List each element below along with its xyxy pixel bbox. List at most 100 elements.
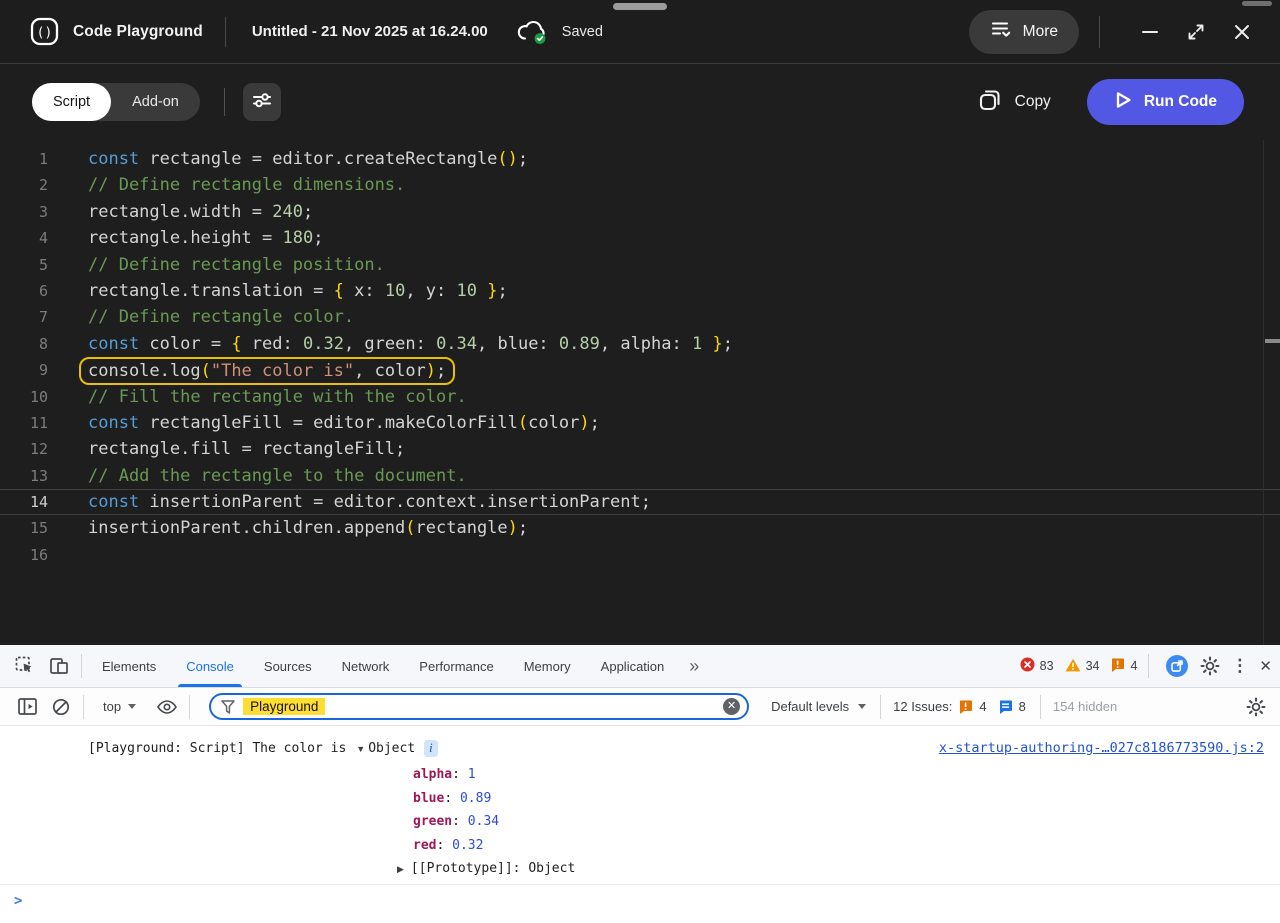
more-button-label: More <box>1023 23 1058 41</box>
console-sidebar-toggle[interactable] <box>10 692 44 722</box>
copy-button[interactable]: Copy <box>978 88 1051 117</box>
error-count-badge[interactable]: 83 <box>1020 657 1054 675</box>
code-text: rectangle.height = 180; <box>62 225 323 251</box>
javascript-context-selector[interactable]: top <box>89 699 150 714</box>
code-line-6[interactable]: 6rectangle.translation = { x: 10, y: 10 … <box>0 278 1280 304</box>
sliders-icon <box>251 89 273 116</box>
window-drag-handle[interactable] <box>613 3 667 10</box>
object-property-blue: blue: 0.89 <box>0 787 1280 811</box>
context-label: top <box>103 699 121 714</box>
object-label[interactable]: Object <box>368 741 415 756</box>
line-number: 10 <box>0 384 62 410</box>
devtools-tab-sources[interactable]: Sources <box>249 645 327 687</box>
issues-count: 4 <box>1130 659 1137 673</box>
code-line-12[interactable]: 12rectangle.fill = rectangleFill; <box>0 436 1280 462</box>
devtools-tab-network[interactable]: Network <box>327 645 405 687</box>
tab-add-on[interactable]: Add-on <box>111 83 200 121</box>
line-number: 3 <box>0 199 62 225</box>
code-line-16[interactable]: 16 <box>0 542 1280 568</box>
tab-script[interactable]: Script <box>32 83 111 121</box>
app-title: Code Playground <box>73 23 203 41</box>
line-number: 8 <box>0 331 62 357</box>
code-line-14[interactable]: 14const insertionParent = editor.context… <box>0 489 1280 515</box>
editor-settings-button[interactable] <box>243 83 281 121</box>
code-line-3[interactable]: 3rectangle.width = 240; <box>0 199 1280 225</box>
clear-console-button[interactable] <box>44 692 78 722</box>
toolbar-divider <box>224 88 225 116</box>
warning-icon <box>1065 658 1081 675</box>
log-text: [Playground: Script] The color is <box>88 741 346 756</box>
code-line-2[interactable]: 2// Define rectangle dimensions. <box>0 172 1280 198</box>
code-line-10[interactable]: 10// Fill the rectangle with the color. <box>0 384 1280 410</box>
devtools-tab-application[interactable]: Application <box>586 645 680 687</box>
code-text: console.log("The color is", color); <box>62 357 455 383</box>
issues-count-badge[interactable]: 4 <box>1110 657 1137 675</box>
object-property-green: green: 0.34 <box>0 810 1280 834</box>
line-number: 13 <box>0 463 62 489</box>
prototype-value: Object <box>528 861 575 876</box>
tab-script-label: Script <box>53 94 90 110</box>
code-playground-window: () Code Playground Untitled - 21 Nov 202… <box>0 0 1280 923</box>
editor-scrollbar[interactable] <box>1263 140 1280 645</box>
devtools-tab-console[interactable]: Console <box>171 645 249 687</box>
code-line-11[interactable]: 11const rectangleFill = editor.makeColor… <box>0 410 1280 436</box>
code-line-7[interactable]: 7// Define rectangle color. <box>0 304 1280 330</box>
issues-orange-count: 4 <box>979 699 986 714</box>
chevron-down-icon <box>858 704 866 709</box>
code-line-13[interactable]: 13// Add the rectangle to the document. <box>0 463 1280 489</box>
run-code-button[interactable]: Run Code <box>1087 79 1244 125</box>
devtools-menu-button[interactable]: ⋮ <box>1231 656 1248 676</box>
code-editor[interactable]: 1const rectangle = editor.createRectangl… <box>0 140 1280 645</box>
console-prompt[interactable]: > <box>0 884 1280 923</box>
page-scrollbar-thumb[interactable] <box>1242 1 1272 6</box>
clear-filter-button[interactable]: ✕ <box>723 698 740 715</box>
code-line-8[interactable]: 8const color = { red: 0.32, green: 0.34,… <box>0 331 1280 357</box>
cloud-saved-icon <box>516 19 548 45</box>
code-line-5[interactable]: 5// Define rectangle position. <box>0 252 1280 278</box>
source-link[interactable]: x-startup-authoring-…027c8186773590.js:2 <box>939 737 1264 759</box>
device-toolbar-button[interactable] <box>42 651 76 681</box>
console-settings-button[interactable] <box>1246 697 1266 717</box>
line-number: 15 <box>0 515 62 541</box>
devtools-settings-button[interactable] <box>1200 656 1220 676</box>
run-code-label: Run Code <box>1144 93 1217 111</box>
svg-text:(): () <box>37 26 53 41</box>
ai-assistance-icon[interactable] <box>1165 654 1189 678</box>
code-line-1[interactable]: 1const rectangle = editor.createRectangl… <box>0 146 1280 172</box>
log-levels-dropdown[interactable]: Default levels <box>771 699 866 714</box>
expand-window-button[interactable] <box>1182 18 1210 46</box>
line-number: 2 <box>0 172 62 198</box>
line-number: 4 <box>0 225 62 251</box>
close-window-button[interactable] <box>1228 18 1256 46</box>
more-tabs-icon[interactable]: » <box>679 656 709 677</box>
more-menu-icon <box>990 19 1012 44</box>
code-playground-logo-icon: () <box>30 17 59 46</box>
collapse-object-icon[interactable]: ▼ <box>356 744 365 754</box>
devtools-tab-elements[interactable]: Elements <box>87 645 171 687</box>
console-toolbar: top Playground ✕ Default levels 12 Issue… <box>0 688 1280 726</box>
live-expression-eye-button[interactable] <box>150 692 184 722</box>
inspect-element-button[interactable] <box>8 651 42 681</box>
warning-count: 34 <box>1086 659 1100 673</box>
minimize-button[interactable] <box>1136 18 1164 46</box>
devtools-tab-memory[interactable]: Memory <box>509 645 586 687</box>
code-text: const rectangleFill = editor.makeColorFi… <box>62 410 600 436</box>
devtools-tab-performance[interactable]: Performance <box>404 645 508 687</box>
error-icon <box>1020 657 1035 675</box>
console-filter-input[interactable]: Playground ✕ <box>209 693 749 720</box>
tabbar-divider <box>81 654 82 678</box>
more-button[interactable]: More <box>969 10 1079 54</box>
code-line-9[interactable]: 9console.log("The color is", color); <box>0 357 1280 383</box>
chevron-down-icon <box>128 704 136 709</box>
code-line-4[interactable]: 4rectangle.height = 180; <box>0 225 1280 251</box>
line-number: 6 <box>0 278 62 304</box>
devtools-close-button[interactable]: ✕ <box>1259 657 1272 675</box>
console-message-text: [Playground: Script] The color is ▼Object… <box>88 738 438 760</box>
code-line-15[interactable]: 15insertionParent.children.append(rectan… <box>0 515 1280 541</box>
script-addon-segmented-control: Script Add-on <box>32 83 200 121</box>
issues-summary[interactable]: 12 Issues: 4 8 <box>893 699 1026 714</box>
warning-count-badge[interactable]: 34 <box>1065 658 1100 675</box>
devtools-tabs: ElementsConsoleSourcesNetworkPerformance… <box>87 645 679 687</box>
expand-prototype-icon[interactable]: ▶ <box>397 864 404 874</box>
window-controls-divider <box>1099 16 1100 48</box>
